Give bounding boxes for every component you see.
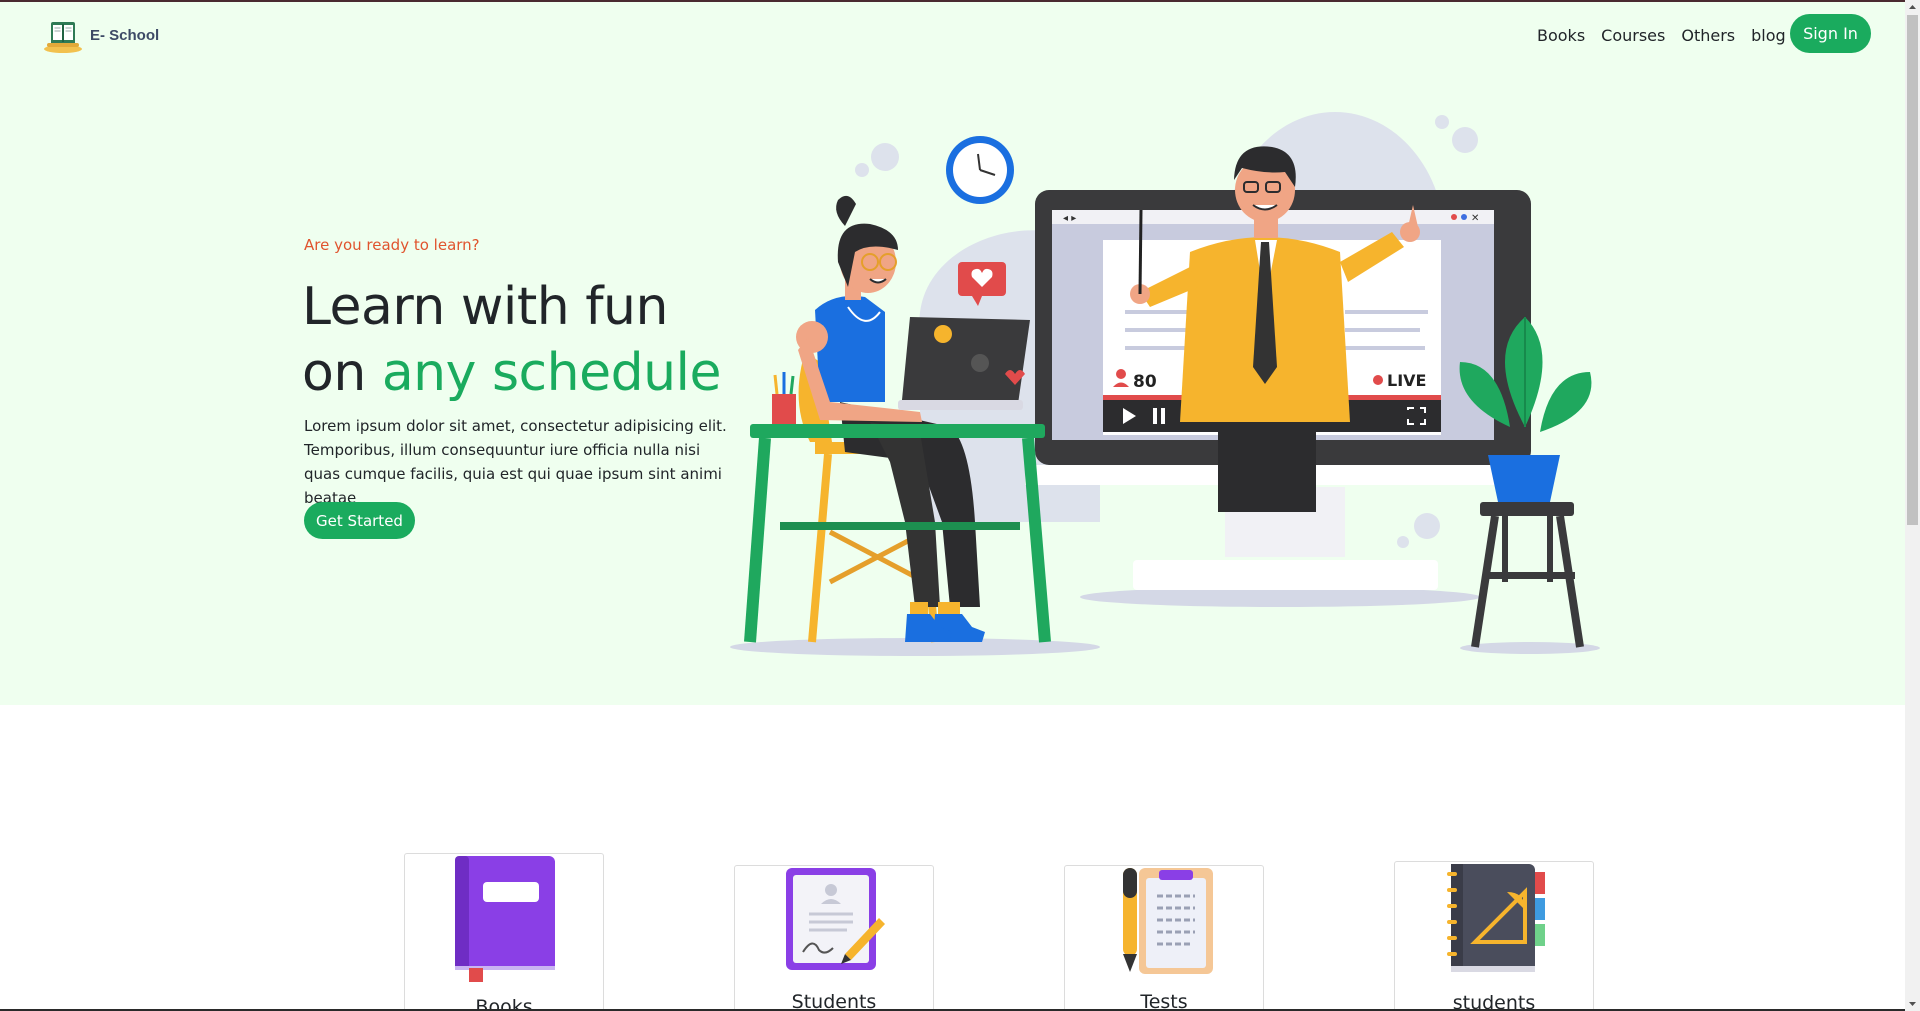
- svg-text:✕: ✕: [1471, 213, 1479, 224]
- live-label: LIVE: [1387, 371, 1426, 390]
- feature-card-tests[interactable]: Tests: [1064, 865, 1264, 1011]
- hero-headline: Learn with fun on any schedule: [302, 274, 721, 406]
- nav-link-others[interactable]: Others: [1681, 26, 1735, 45]
- feature-label-tests: Tests: [1140, 991, 1188, 1011]
- pause-icon: [1153, 408, 1157, 424]
- scroll-down-arrow-icon[interactable]: [1905, 996, 1920, 1011]
- clock-icon: [946, 136, 1014, 204]
- brand-link[interactable]: E- School: [42, 16, 159, 54]
- nav-link-blog[interactable]: blog: [1751, 26, 1786, 45]
- feature-card-books[interactable]: Books: [404, 853, 604, 1011]
- student-profile-icon: [786, 868, 885, 970]
- test-clipboard-icon: [1123, 868, 1213, 974]
- sign-in-button[interactable]: Sign In: [1790, 14, 1871, 53]
- nav-link-books[interactable]: Books: [1537, 26, 1585, 45]
- hero-section: E- School Books Courses Others blog Sign…: [0, 2, 1905, 705]
- feature-card-students-notebook[interactable]: students: [1394, 861, 1594, 1011]
- main-nav: Books Courses Others blog: [1537, 26, 1802, 45]
- feature-card-students[interactable]: Students: [734, 865, 934, 1011]
- nav-link-courses[interactable]: Courses: [1601, 26, 1665, 45]
- hero-description: Lorem ipsum dolor sit amet, consectetur …: [304, 417, 727, 507]
- school-books-logo-icon: [44, 22, 82, 53]
- headline-line-2-prefix: on: [302, 343, 382, 403]
- online-class-illustration: ◂ ▸ ✕ 80 LIVE: [730, 112, 1600, 656]
- book-icon: [455, 856, 555, 982]
- svg-text:◂ ▸: ◂ ▸: [1063, 213, 1076, 224]
- feature-label-students: Students: [791, 991, 877, 1011]
- get-started-button[interactable]: Get Started: [304, 502, 415, 539]
- notebook-ruler-icon: [1447, 864, 1545, 972]
- scrollbar-thumb[interactable]: [1907, 15, 1918, 525]
- viewer-count: 80: [1133, 372, 1157, 392]
- hero-eyebrow: Are you ready to learn?: [304, 236, 480, 254]
- brand-name: E- School: [90, 26, 160, 44]
- headline-line-1: Learn with fun: [302, 277, 668, 337]
- scroll-up-arrow-icon[interactable]: [1905, 0, 1920, 15]
- headline-accent: any schedule: [381, 343, 722, 403]
